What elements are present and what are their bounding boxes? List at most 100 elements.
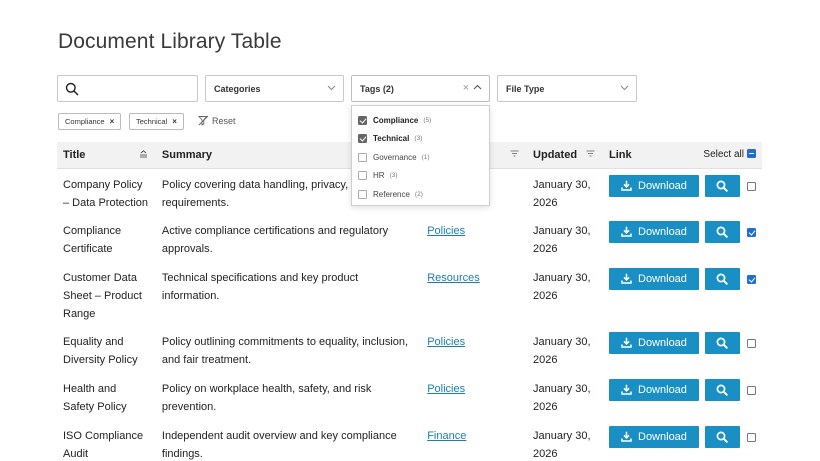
close-icon[interactable]: × <box>110 117 115 126</box>
chip-label: Compliance <box>65 117 105 126</box>
table-row: Compliance Certificate Active compliance … <box>57 215 762 262</box>
row-checkbox[interactable] <box>746 228 756 237</box>
filetype-select-label: File Type <box>506 84 545 94</box>
cell-title: Health and Safety Policy <box>63 383 127 413</box>
table-row: Customer Data Sheet – Product Range Techn… <box>57 262 762 326</box>
dropdown-option-hr[interactable]: HR (3) <box>352 167 489 186</box>
link-header-label: Link <box>608 148 632 161</box>
category-link[interactable]: Policies <box>427 383 465 395</box>
category-link[interactable]: Resources <box>427 272 480 284</box>
download-button[interactable]: Download <box>608 379 699 401</box>
cell-title: Company Policy – Data Protection <box>63 178 148 209</box>
option-checkbox[interactable] <box>358 115 367 125</box>
row-checkbox[interactable] <box>746 275 756 284</box>
chevron-up-icon[interactable] <box>473 84 482 90</box>
column-header-updated[interactable]: Updated <box>527 142 603 169</box>
preview-button[interactable] <box>704 379 740 401</box>
tags-dropdown: Compliance (5) Technical (3) Governance (1) HR… <box>351 105 490 206</box>
option-label: Governance <box>373 152 417 162</box>
reset-button[interactable]: Reset <box>198 115 236 126</box>
preview-button[interactable] <box>704 426 740 448</box>
search-input[interactable] <box>86 79 191 98</box>
download-label: Download <box>638 384 687 396</box>
option-label: Reference <box>373 189 410 199</box>
chevron-down-icon <box>620 85 629 91</box>
preview-button[interactable] <box>704 221 740 243</box>
option-count: (1) <box>421 153 430 161</box>
download-label: Download <box>638 337 687 349</box>
search-icon <box>716 384 728 396</box>
sort-icon[interactable] <box>139 150 148 158</box>
option-label: Technical <box>373 134 410 144</box>
option-count: (3) <box>414 135 423 143</box>
cell-summary: Independent audit overview and key compl… <box>161 430 397 460</box>
option-label: HR <box>373 171 385 181</box>
download-button[interactable]: Download <box>608 221 699 243</box>
cell-category: Policies <box>421 215 527 262</box>
option-count: (2) <box>414 190 423 198</box>
tags-clear-icon[interactable]: × <box>463 82 469 94</box>
cell-actions: Download <box>603 326 762 373</box>
search-icon <box>716 337 728 349</box>
close-icon[interactable]: × <box>172 117 177 126</box>
row-checkbox[interactable] <box>746 433 756 442</box>
dropdown-option-compliance[interactable]: Compliance (5) <box>352 111 489 130</box>
cell-summary: Technical specifications and key product… <box>161 272 359 302</box>
preview-button[interactable] <box>704 332 740 354</box>
select-all-label: Select all <box>703 148 744 160</box>
download-icon <box>621 273 632 284</box>
category-link[interactable]: Policies <box>427 225 465 237</box>
download-label: Download <box>638 179 687 192</box>
filter-icon[interactable] <box>510 150 519 157</box>
row-checkbox[interactable] <box>746 181 756 191</box>
download-button[interactable]: Download <box>608 268 699 290</box>
page-title: Document Library Table <box>58 30 282 53</box>
search-icon <box>716 180 728 192</box>
table-row: ISO Compliance Audit Independent audit ov… <box>57 420 762 461</box>
category-link[interactable]: Finance <box>427 430 466 442</box>
option-checkbox[interactable] <box>358 152 367 162</box>
option-checkbox[interactable] <box>358 134 367 144</box>
tags-select[interactable]: Tags (2) × <box>351 75 490 102</box>
option-checkbox[interactable] <box>358 189 367 199</box>
option-checkbox[interactable] <box>358 171 367 181</box>
option-count: (5) <box>423 116 432 124</box>
filetype-select[interactable]: File Type <box>497 75 637 102</box>
cell-title: Compliance Certificate <box>63 225 122 255</box>
search-box[interactable] <box>57 75 198 102</box>
categories-select[interactable]: Categories <box>205 75 344 102</box>
chip-label: Technical <box>136 117 168 126</box>
chevron-down-icon <box>327 85 336 91</box>
column-header-link: Link Select all <box>602 142 762 169</box>
cell-updated: January 30, 2026 <box>533 225 591 255</box>
download-icon <box>621 226 632 237</box>
category-link[interactable]: Policies <box>427 336 465 348</box>
dropdown-option-reference[interactable]: Reference (2) <box>352 185 489 204</box>
download-icon <box>621 180 632 191</box>
preview-button[interactable] <box>704 174 740 197</box>
download-button[interactable]: Download <box>608 332 699 354</box>
filter-icon[interactable] <box>586 150 595 157</box>
tags-select-label: Tags (2) <box>360 84 394 94</box>
column-header-title[interactable]: Title <box>57 142 156 169</box>
cell-category: Policies <box>421 373 527 420</box>
download-icon <box>621 384 632 395</box>
row-checkbox[interactable] <box>746 339 756 348</box>
preview-button[interactable] <box>704 268 740 290</box>
cell-actions: Download <box>603 373 762 420</box>
download-button[interactable]: Download <box>608 426 699 448</box>
option-count: (3) <box>389 172 398 180</box>
download-label: Download <box>638 273 687 285</box>
cell-actions: Download <box>603 215 762 262</box>
cell-updated: January 30, 2026 <box>533 336 591 366</box>
dropdown-option-technical[interactable]: Technical (3) <box>352 130 489 149</box>
download-button[interactable]: Download <box>608 174 699 197</box>
search-icon <box>716 273 728 285</box>
row-checkbox[interactable] <box>746 386 756 395</box>
cell-title: Equality and Diversity Policy <box>63 336 138 366</box>
select-all-checkbox[interactable] <box>747 148 756 158</box>
cell-actions: Download <box>603 262 762 326</box>
cell-summary: Policy outlining commitments to equality… <box>161 336 409 366</box>
dropdown-option-governance[interactable]: Governance (1) <box>352 148 489 167</box>
cell-updated: January 30, 2026 <box>533 272 591 302</box>
